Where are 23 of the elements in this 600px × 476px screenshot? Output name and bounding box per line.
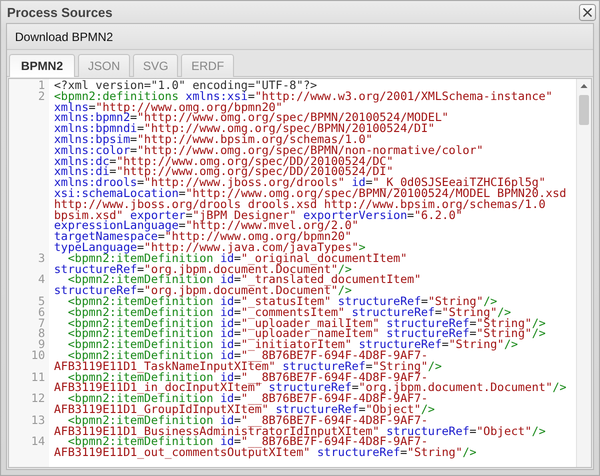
window-title: Process Sources [6, 4, 113, 20]
download-button[interactable]: Download BPMN2 [13, 28, 116, 46]
code-line: <bpmn2:itemDefinition id="_initiatorItem" structureRef="String"/> [66, 339, 518, 350]
code-line: <bpmn2:definitions xmlns:xsi="http://www.w3.org/2001/XMLSchema-instance" xmlns="http://www.omg.org/bpmn20" xmlns:bpmn2="http://www.omg.org/spec/BPMN/20100524/MODEL" xmlns:bpmndi="http://www.omg.org/spec/BPMN/20100524/DI" xmlns:bpsim="http://www.bpsim.org/schemas/1.0" xmlns:color="http://www.omg.org/spec/BPMN/non-normative/color" xmlns:dc="http://www.omg.org/spec/DD/20100524/DC" xmlns:di="http://www.omg.org/spec/DD/20100524/DI" xmlns:drools="http://www.jboss.org/drools" id="_K_0d0SJSEeaiTZHCI6pl5g" xsi:schemaLocation="http://www.omg.org/spec/BPMN/20100524/MODEL BPMN20.xsd http://www.jboss.org/drools drools.xsd http://www.bpsim.org/schemas/1.0 bpsim.xsd" exporter="jBPM Designer" exporterVersion="6.2.0" expressionLanguage="http://www.mvel.org/2.0" targetNamespace="http://www.omg.org/bpmn20" typeLanguage="http://www.java.com/javaTypes"> [53, 90, 568, 253]
code-line: <bpmn2:itemDefinition id="_commentsItem" structureRef="String"/> [66, 306, 512, 318]
scrollbar-thumb[interactable] [579, 95, 589, 125]
code-line: <bpmn2:itemDefinition id="__8B76BE7F-694F-4D8F-9AF7-AFB3119E11D1_TaskNameInputXItem" structureRef="String"/> [53, 350, 443, 372]
code-line: <bpmn2:itemDefinition id="_uploader_nameItem" structureRef="String"/> [66, 328, 547, 340]
tab[interactable]: JSON [78, 54, 130, 77]
close-button[interactable] [579, 4, 596, 20]
code-line: <bpmn2:itemDefinition id="_original_documentItem" structureRef="org.jbpm.document.Document"/> [53, 252, 408, 274]
code-line: <bpmn2:itemDefinition id="__8B76BE7F-694F-4D8F-9AF7-AFB3119E11D1_out_commentsOutputXItem" structureRef="String"/> [53, 436, 478, 458]
code-line: <bpmn2:itemDefinition id="__8B76BE7F-694F-4D8F-9AF7-AFB3119E11D1_in_docInputXItem" structureRef="org.jbpm.document.Document"/> [53, 372, 568, 394]
code-line: <?xml version="1.0" encoding="UTF-8"?> [53, 80, 318, 91]
code-line: <bpmn2:itemDefinition id="_uploader_mailItem" structureRef="String"/> [66, 318, 547, 328]
tab[interactable]: BPMN2 [9, 54, 76, 77]
code-line: <bpmn2:itemDefinition id="__8B76BE7F-694F-4D8F-9AF7-AFB3119E11D1_BusinessAdministratorIdInputXItem" structureRef="Object"/> [53, 414, 547, 436]
close-icon [582, 6, 593, 18]
tab[interactable]: ERDF [181, 54, 234, 77]
code-line: <bpmn2:itemDefinition id="__8B76BE7F-694F-4D8F-9AF7-AFB3119E11D1_GroupIdInputXItem" structureRef="Object"/> [53, 393, 435, 415]
tab[interactable]: SVG [133, 54, 178, 77]
code-line: <bpmn2:itemDefinition id="_translated_documentItem" structureRef="org.jbpm.document.Document"/> [53, 274, 422, 296]
code-line: <bpmn2:itemDefinition id="_statusItem" structureRef="String"/> [68, 296, 498, 307]
